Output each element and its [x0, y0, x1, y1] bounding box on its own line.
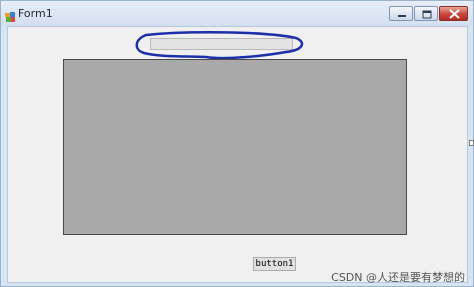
window-title: Form1 [18, 7, 53, 20]
close-button[interactable] [439, 6, 468, 21]
resize-handle[interactable] [469, 140, 474, 146]
gray-panel [63, 59, 407, 235]
form-window: Form1 button1 CSDN @人还是要有梦想的 [0, 0, 474, 287]
maximize-icon [422, 10, 432, 19]
button1[interactable]: button1 [253, 257, 296, 271]
highlight-annotation [135, 31, 304, 60]
maximize-button[interactable] [414, 6, 438, 21]
form-client-area: button1 [7, 26, 468, 283]
title-bar[interactable]: Form1 [1, 1, 473, 26]
close-icon [449, 9, 460, 19]
app-icon [5, 8, 16, 22]
minimize-icon [398, 15, 406, 17]
minimize-button[interactable] [389, 6, 413, 21]
watermark-text: CSDN @人还是要有梦想的 [331, 271, 465, 284]
